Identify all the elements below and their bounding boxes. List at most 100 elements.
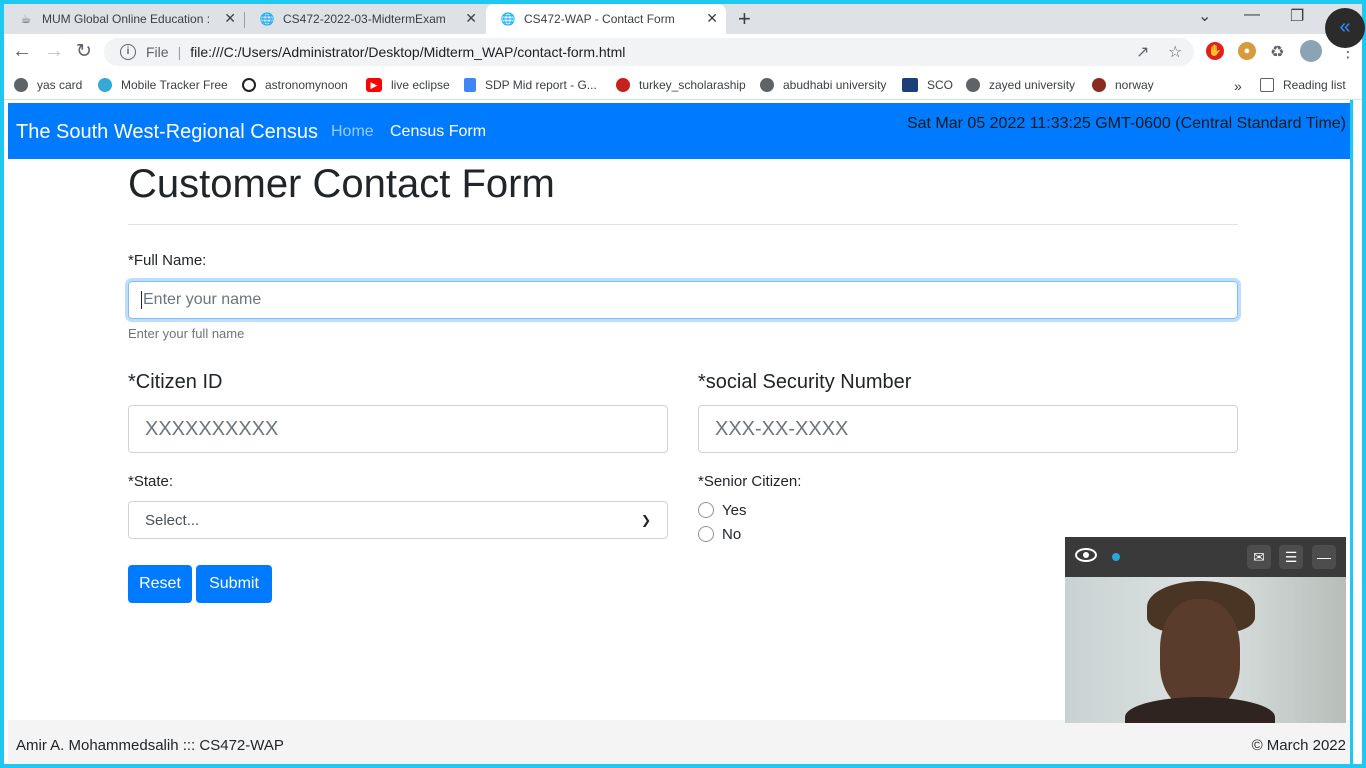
tab-title: CS472-2022-03-MidtermExam — [283, 12, 446, 26]
adblock-icon[interactable]: ✋ — [1206, 42, 1224, 60]
state-select[interactable]: Select... ❯ — [128, 501, 668, 539]
cookie-icon[interactable]: ● — [1238, 42, 1256, 60]
address-url[interactable]: file:///C:/Users/Administrator/Desktop/M… — [190, 44, 625, 60]
bookmark-label: yas card — [37, 78, 83, 92]
state-selected-value: Select... — [145, 511, 200, 529]
reading-list-icon — [1260, 78, 1274, 92]
menu-icon[interactable]: ☰ — [1279, 545, 1303, 569]
site-footer: Amir A. Mohammedsalih ::: CS472-WAP © Ma… — [8, 720, 1350, 764]
collapse-panel-icon[interactable]: « — [1325, 8, 1365, 48]
restore-icon[interactable]: ❐ — [1290, 6, 1304, 26]
bookmark-label: live eclipse — [391, 78, 450, 92]
youtube-icon: ▶ — [366, 78, 382, 92]
state-group: *State: Select... ❯ — [128, 473, 668, 539]
back-icon[interactable]: ← — [12, 40, 32, 63]
person-shoulders — [1125, 697, 1275, 723]
globe-icon: 🌐 — [259, 12, 275, 26]
close-tab-icon[interactable]: ✕ — [224, 10, 236, 27]
tab-mum[interactable]: ☕ MUM Global Online Education : C ✕ — [4, 4, 244, 34]
tab-title: CS472-WAP - Contact Form — [524, 12, 675, 26]
citizen-id-placeholder: XXXXXXXXXX — [145, 417, 279, 440]
chat-icon[interactable]: ✉ — [1247, 545, 1271, 569]
bookmark-label: turkey_scholaraship — [639, 78, 746, 92]
globe-icon — [760, 78, 774, 92]
bookmark-norway[interactable]: norway — [1092, 78, 1154, 92]
close-tab-icon[interactable]: ✕ — [706, 10, 718, 27]
current-datetime: Sat Mar 05 2022 11:33:25 GMT-0600 (Centr… — [906, 115, 1346, 132]
globe-icon — [966, 78, 980, 92]
site-navbar: The South West-Regional Census Home Cens… — [8, 103, 1350, 159]
tracker-icon — [98, 78, 112, 92]
bookmark-yas-card[interactable]: yas card — [14, 78, 82, 92]
bookmark-label: astronomynoon — [265, 78, 348, 92]
tab-midterm[interactable]: 🌐 CS472-2022-03-MidtermExam ✕ — [245, 4, 485, 34]
footer-copyright: © March 2022 — [1251, 737, 1346, 754]
bookmark-label: Mobile Tracker Free — [121, 78, 228, 92]
reading-list-label: Reading list — [1283, 78, 1346, 92]
info-icon[interactable]: i — [120, 44, 136, 60]
state-label: *State: — [128, 473, 174, 490]
page-title: Customer Contact Form — [128, 162, 555, 206]
bookmark-sdp-report[interactable]: SDP Mid report - G... — [464, 78, 597, 92]
sco-icon — [902, 78, 918, 92]
radio-no[interactable] — [698, 526, 714, 542]
tulip-icon — [616, 78, 630, 92]
bookmark-turkey[interactable]: turkey_scholaraship — [616, 78, 746, 92]
chevron-down-icon: ❯ — [640, 513, 651, 527]
reading-list-button[interactable]: Reading list — [1260, 78, 1346, 92]
share-icon[interactable]: ↗ — [1136, 42, 1149, 62]
site-brand[interactable]: The South West-Regional Census — [16, 121, 318, 144]
bookmarks-bar: yas card Mobile Tracker Free astronomyno… — [4, 70, 1362, 100]
profile-avatar[interactable] — [1300, 40, 1322, 62]
bookmark-live-eclipse[interactable]: ▶ live eclipse — [366, 78, 450, 92]
loading-icon — [242, 78, 256, 92]
ssn-input[interactable]: XXX-XX-XXXX — [698, 405, 1238, 453]
citizen-id-input[interactable]: XXXXXXXXXX — [128, 405, 668, 453]
full-name-label: *Full Name: — [128, 252, 207, 269]
bookmark-label: zayed university — [989, 78, 1076, 92]
minimize-webcam-icon[interactable]: — — [1312, 545, 1336, 569]
tab-title: MUM Global Online Education : C — [42, 12, 210, 26]
close-tab-icon[interactable]: ✕ — [465, 10, 477, 27]
person-face — [1160, 599, 1240, 709]
senior-yes-label: Yes — [722, 501, 747, 519]
senior-yes-option[interactable]: Yes — [698, 498, 1238, 522]
webcam-overlay[interactable]: ✉ ☰ — — [1065, 537, 1346, 723]
new-tab-icon[interactable]: + — [738, 6, 751, 32]
bookmark-label: SCO — [927, 78, 954, 92]
eye-icon[interactable] — [1075, 548, 1097, 562]
nav-home-link[interactable]: Home — [331, 123, 374, 141]
radio-yes[interactable] — [698, 502, 714, 518]
text-caret — [141, 291, 142, 309]
bookmark-sco[interactable]: SCO — [902, 78, 953, 92]
more-bookmarks-icon[interactable]: » — [1234, 78, 1242, 94]
ssn-placeholder: XXX-XX-XXXX — [715, 417, 849, 440]
bookmark-mobile-tracker[interactable]: Mobile Tracker Free — [98, 78, 228, 92]
tab-search-icon[interactable]: ⌄ — [1198, 6, 1211, 26]
bookmark-astronomynoon[interactable]: astronomynoon — [242, 78, 348, 92]
citizen-id-group: *Citizen ID XXXXXXXXXX — [128, 371, 668, 453]
reload-icon[interactable]: ↻ — [76, 40, 92, 63]
bookmark-label: SDP Mid report - G... — [485, 78, 597, 92]
full-name-input[interactable]: Enter your name — [128, 281, 1238, 319]
address-bar[interactable]: i File | file:///C:/Users/Administrator/… — [104, 38, 1194, 66]
webcam-toolbar: ✉ ☰ — — [1065, 537, 1346, 577]
recording-indicator — [1112, 553, 1120, 561]
tab-strip: ☕ MUM Global Online Education : C ✕ 🌐 CS… — [4, 4, 1362, 34]
senior-citizen-group: *Senior Citizen: Yes No — [698, 473, 1238, 546]
bookmark-zayed[interactable]: zayed university — [966, 78, 1075, 92]
bookmark-label: abudhabi university — [783, 78, 887, 92]
forward-icon[interactable]: → — [44, 40, 64, 63]
address-divider: | — [177, 44, 182, 60]
bookmark-label: norway — [1115, 78, 1154, 92]
reset-button[interactable]: Reset — [128, 565, 192, 603]
submit-button[interactable]: Submit — [196, 565, 272, 603]
nav-census-form-link[interactable]: Census Form — [390, 123, 486, 141]
star-icon[interactable]: ☆ — [1168, 42, 1182, 62]
full-name-help-text: Enter your full name — [128, 326, 245, 341]
minimize-icon[interactable]: — — [1244, 6, 1260, 24]
bookmark-abudhabi[interactable]: abudhabi university — [760, 78, 886, 92]
tab-contact-form[interactable]: 🌐 CS472-WAP - Contact Form ✕ — [486, 4, 726, 34]
extensions-icon[interactable]: ♻ — [1270, 42, 1284, 62]
norway-icon — [1092, 78, 1106, 92]
